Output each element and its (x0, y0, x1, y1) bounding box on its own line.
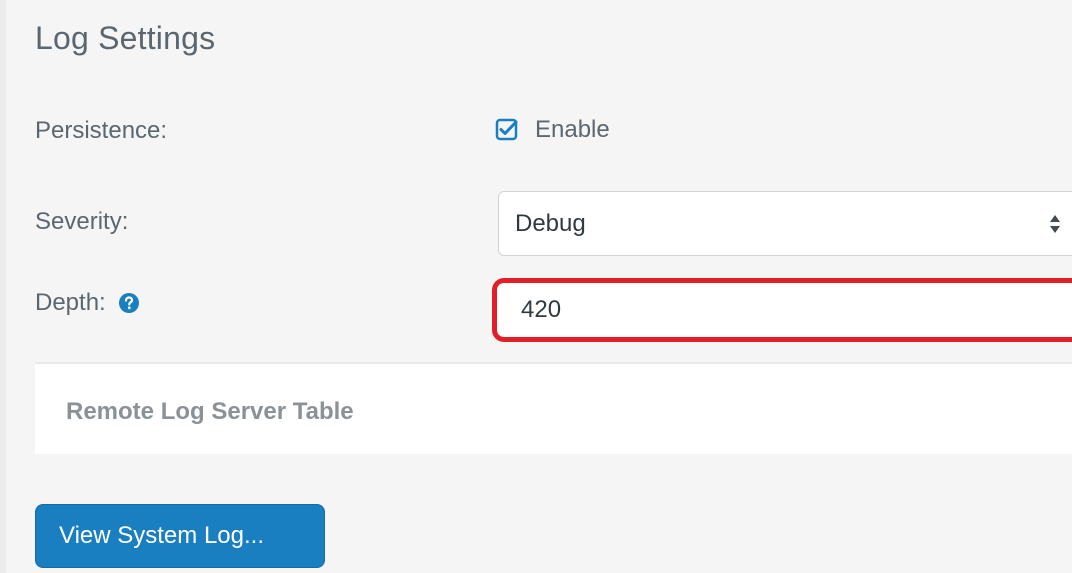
severity-label: Severity: (35, 208, 129, 235)
remote-log-server-table-title: Remote Log Server Table (66, 398, 354, 425)
sort-arrows-icon (1049, 213, 1061, 235)
remote-log-server-table: Remote Log Server Table (35, 364, 1072, 454)
question-circle-icon[interactable] (118, 292, 140, 314)
severity-select[interactable]: Debug (498, 191, 1072, 256)
severity-selected-value: Debug (515, 209, 586, 237)
depth-input[interactable] (497, 283, 1072, 337)
depth-label-row: Depth: (35, 289, 140, 317)
log-settings-panel: Log Settings Persistence: Enable Severit… (0, 0, 1072, 573)
depth-input-highlight (492, 278, 1072, 342)
persistence-enable-checkbox[interactable]: Enable (495, 116, 610, 144)
persistence-enable-label[interactable]: Enable (535, 116, 610, 144)
checkbox-checked-icon[interactable] (495, 118, 519, 142)
page-title: Log Settings (35, 20, 216, 56)
persistence-label: Persistence: (35, 117, 168, 144)
view-system-log-button[interactable]: View System Log... (35, 504, 325, 568)
depth-label: Depth: (35, 289, 106, 316)
